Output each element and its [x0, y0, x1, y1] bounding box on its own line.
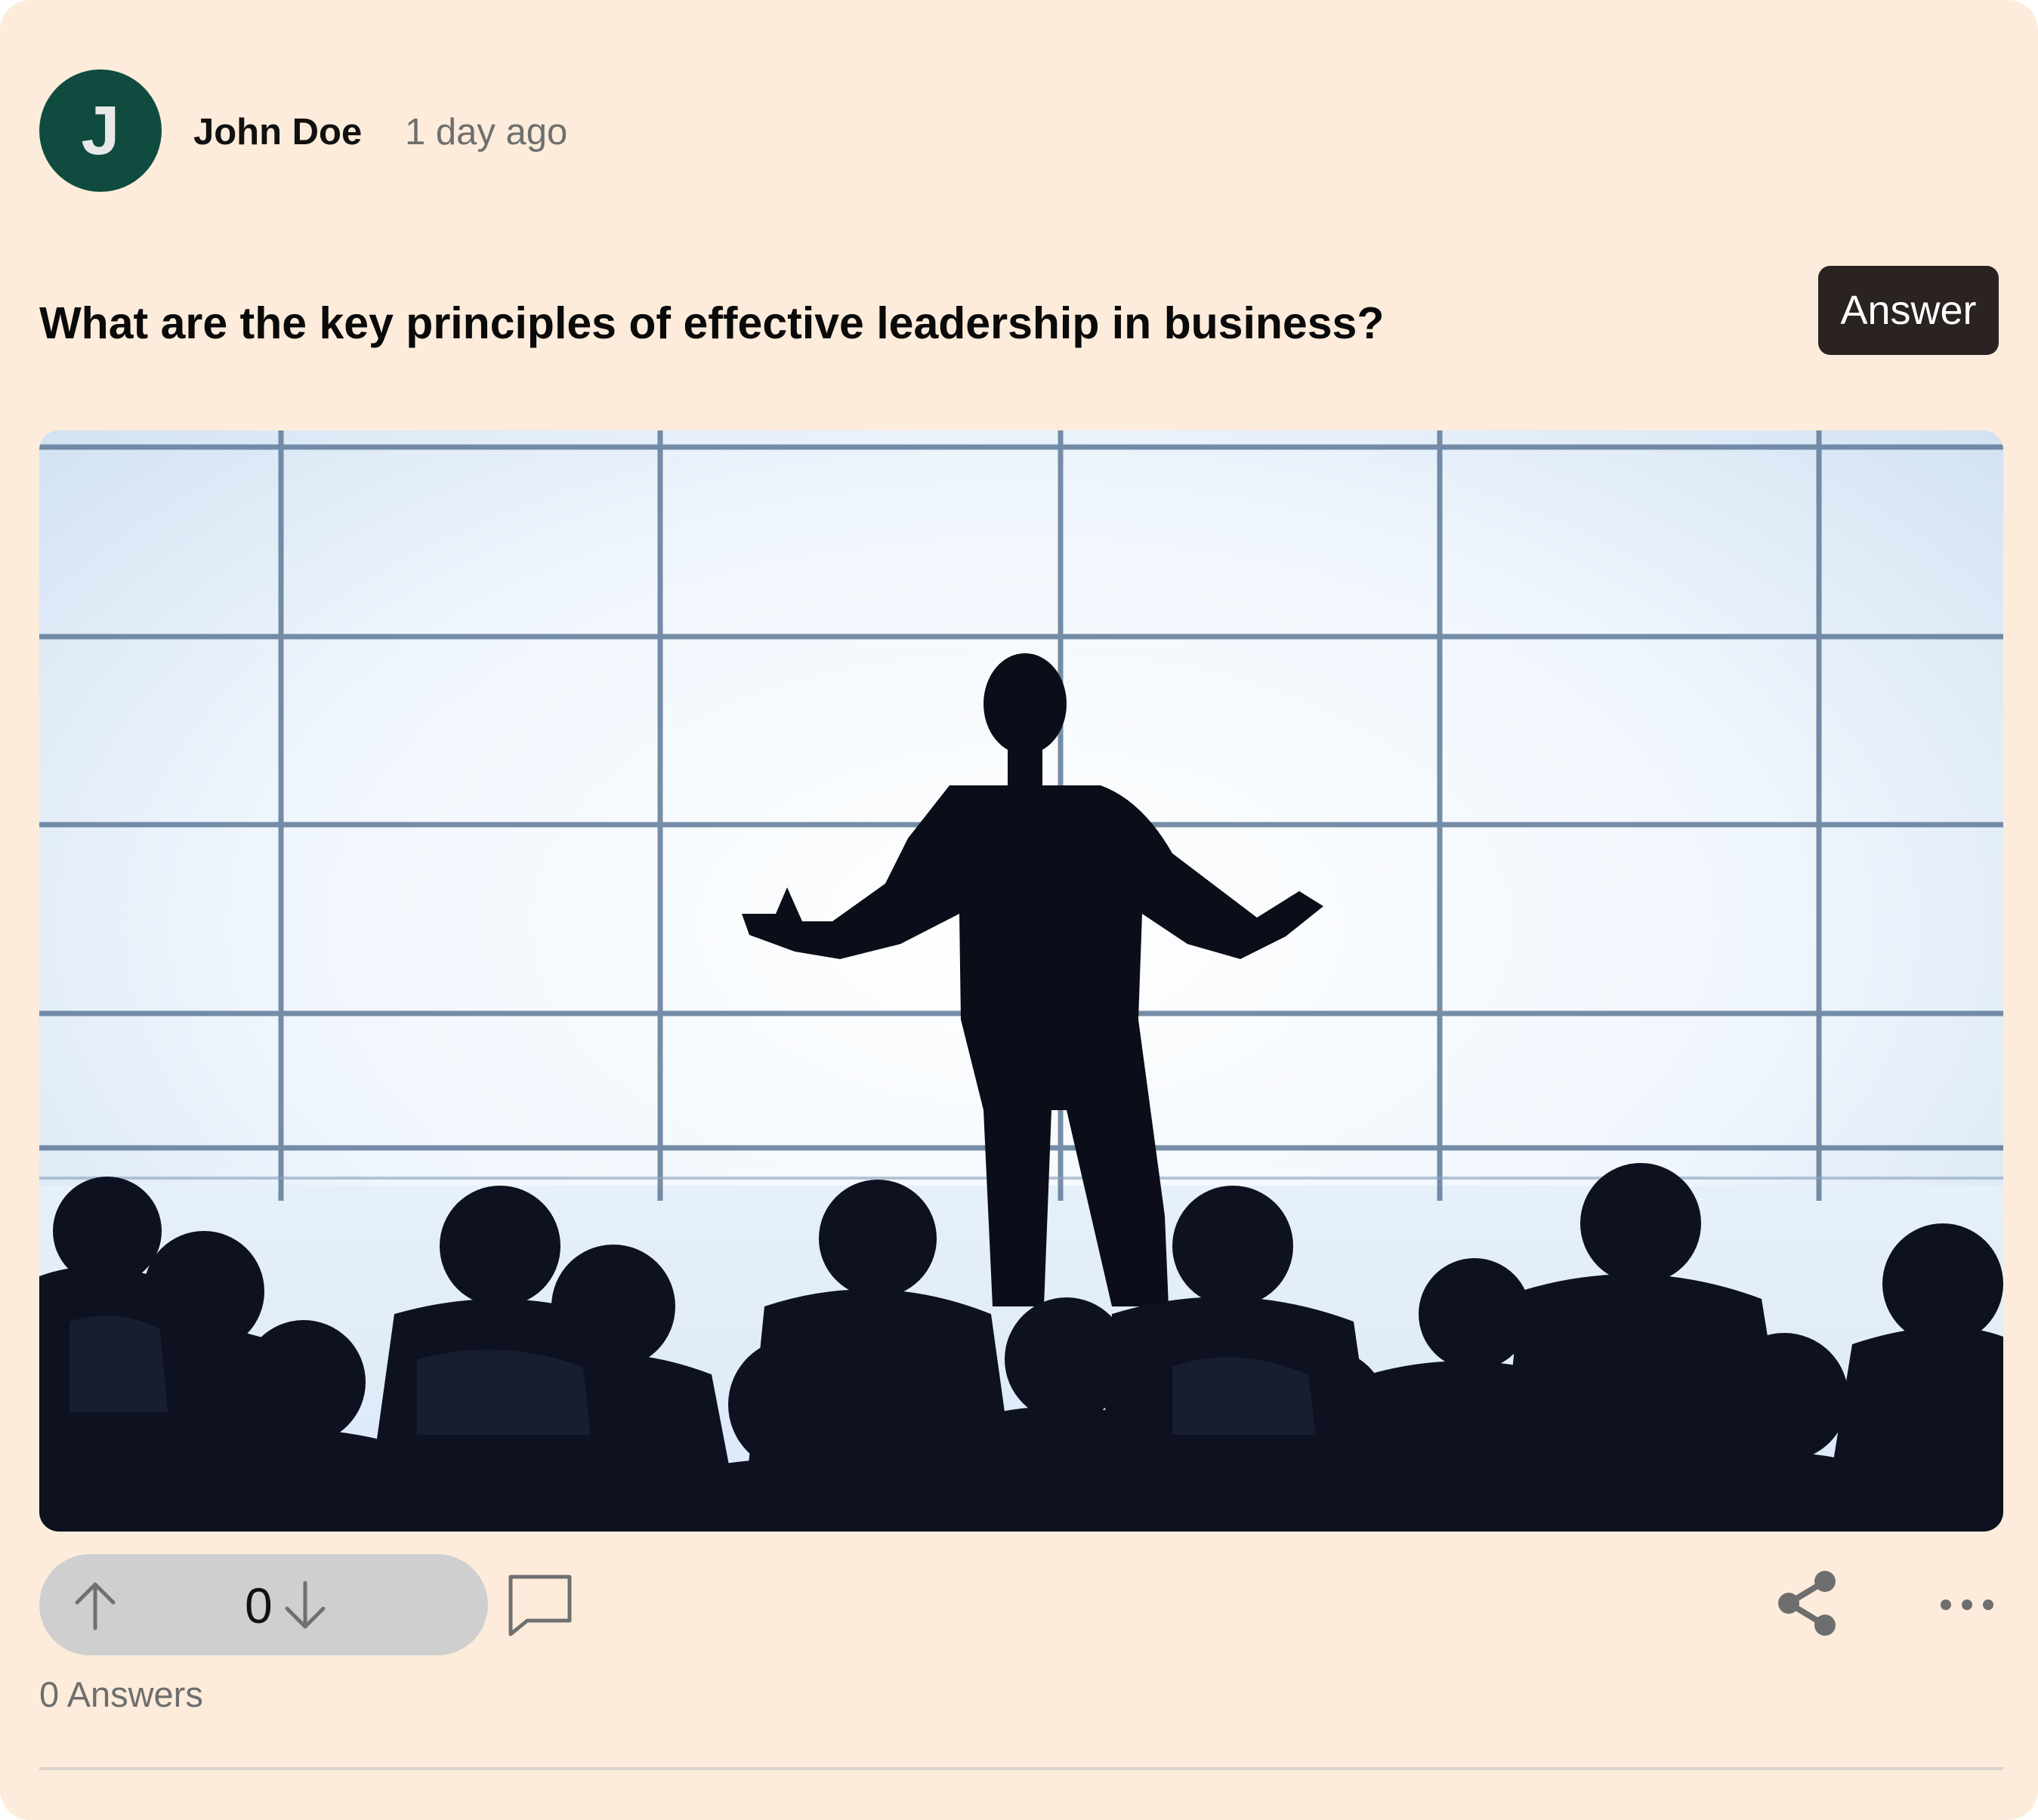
answer-button-label: Answer — [1840, 288, 1977, 333]
question-card: J John Doe 1 day ago What are the key pr… — [0, 0, 2038, 1820]
question-title[interactable]: What are the key principles of effective… — [39, 296, 1384, 350]
answers-count[interactable]: 0 Answers — [39, 1672, 203, 1717]
post-image — [39, 430, 2003, 1532]
avatar-initial: J — [81, 91, 120, 169]
post-timestamp: 1 day ago — [405, 112, 568, 153]
more-icon[interactable] — [1937, 1586, 1997, 1624]
comment-icon[interactable] — [505, 1569, 576, 1640]
arrow-up-icon[interactable] — [66, 1577, 124, 1634]
avatar[interactable]: J — [39, 69, 162, 192]
answer-button[interactable]: Answer — [1818, 266, 1999, 355]
vote-control: 0 — [39, 1554, 488, 1655]
arrow-down-icon[interactable] — [276, 1577, 334, 1634]
author-name[interactable]: John Doe — [193, 110, 362, 155]
share-icon[interactable] — [1772, 1568, 1843, 1639]
divider — [39, 1767, 2003, 1770]
vote-count: 0 — [245, 1578, 273, 1633]
